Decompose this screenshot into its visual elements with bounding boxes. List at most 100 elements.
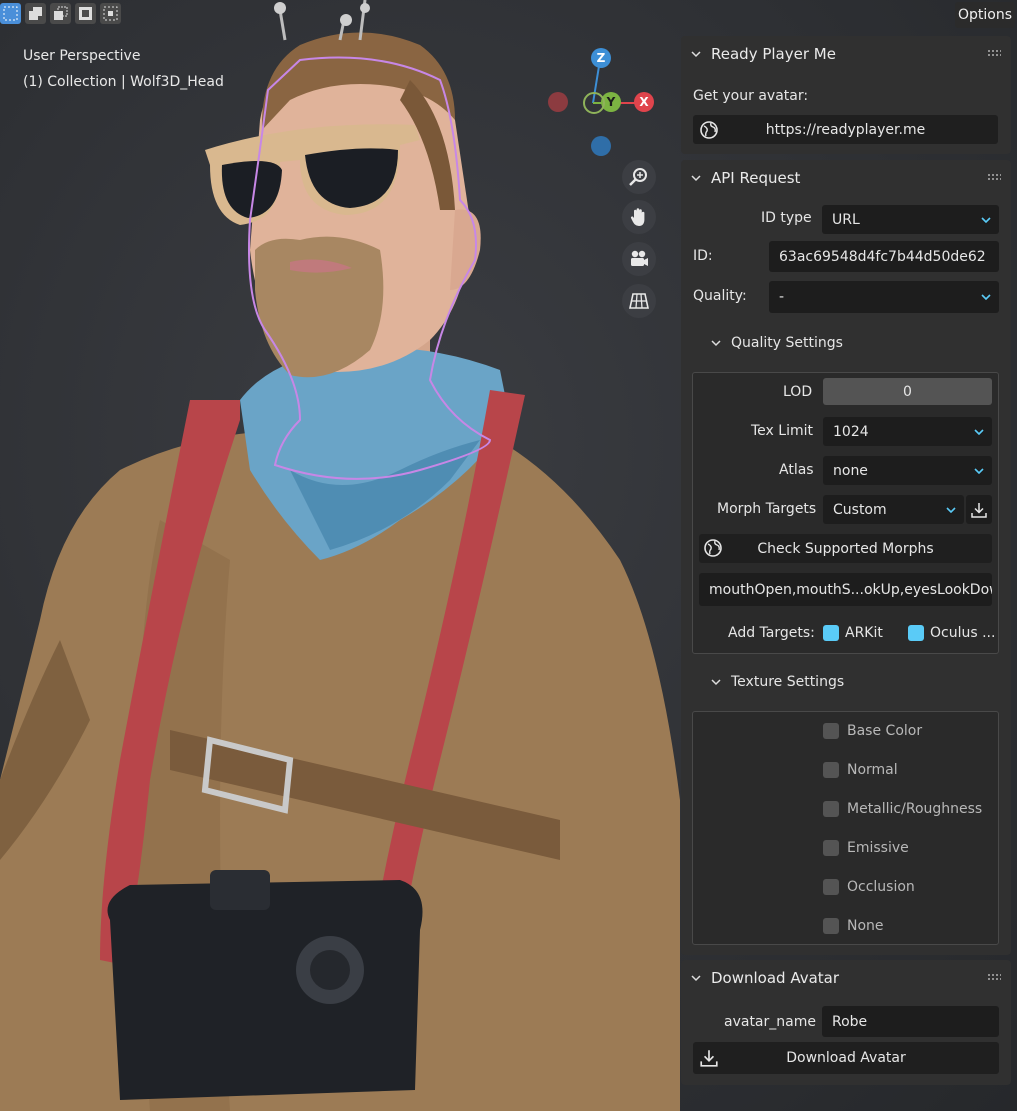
morph-targets-dropdown[interactable]: Custom bbox=[823, 495, 964, 524]
morph-targets-label: Morph Targets bbox=[717, 501, 817, 517]
select-intersect-icon[interactable] bbox=[100, 3, 121, 24]
base-color-label: Base Color bbox=[847, 723, 923, 739]
chevron-down-icon bbox=[711, 679, 721, 686]
morph-targets-value: Custom bbox=[833, 501, 887, 518]
normal-checkbox-box[interactable] bbox=[823, 762, 839, 778]
camera-icon[interactable] bbox=[622, 242, 656, 276]
get-avatar-label: Get your avatar: bbox=[693, 88, 809, 104]
gizmo-z-axis[interactable]: Z bbox=[591, 48, 611, 68]
options-button[interactable]: Options bbox=[955, 2, 1015, 28]
id-type-label: ID type bbox=[761, 210, 812, 226]
normal-checkbox[interactable]: Normal bbox=[823, 762, 898, 778]
lod-slider[interactable]: 0 bbox=[823, 378, 992, 405]
download-avatar-label: Download Avatar bbox=[786, 1050, 906, 1066]
oculus-checkbox-box[interactable] bbox=[908, 625, 924, 641]
occlusion-checkbox-box[interactable] bbox=[823, 879, 839, 895]
id-input[interactable]: 63ac69548d4fc7b44d50de62 bbox=[769, 241, 999, 272]
readyplayer-link-button[interactable]: https://readyplayer.me bbox=[693, 115, 998, 144]
download-avatar-button[interactable]: Download Avatar bbox=[693, 1042, 999, 1074]
check-supported-morphs-button[interactable]: Check Supported Morphs bbox=[699, 534, 992, 563]
download-avatar-panel: Download Avatar avatar_name Robe Downloa… bbox=[681, 960, 1011, 1085]
download-icon bbox=[700, 1050, 718, 1067]
tex-limit-dropdown[interactable]: 1024 bbox=[823, 417, 992, 446]
drag-handle-icon[interactable] bbox=[987, 49, 1001, 57]
occlusion-label: Occlusion bbox=[847, 879, 915, 895]
emissive-checkbox[interactable]: Emissive bbox=[823, 840, 909, 856]
atlas-dropdown[interactable]: none bbox=[823, 456, 992, 485]
globe-icon bbox=[700, 121, 718, 139]
quality-value: - bbox=[779, 289, 785, 305]
api-panel-title: API Request bbox=[711, 169, 801, 187]
chevron-down-icon bbox=[691, 975, 701, 982]
hand-icon[interactable] bbox=[622, 200, 656, 234]
metallic-roughness-label: Metallic/Roughness bbox=[847, 801, 983, 817]
quality-dropdown[interactable]: - bbox=[769, 281, 999, 313]
chevron-down-icon bbox=[974, 428, 984, 435]
gizmo-x-axis[interactable]: X bbox=[634, 92, 654, 112]
oculus-checkbox[interactable]: Oculus ... bbox=[908, 625, 995, 641]
avatar-model[interactable] bbox=[0, 0, 680, 1111]
chevron-down-icon bbox=[691, 51, 701, 58]
arkit-label: ARKit bbox=[845, 625, 883, 641]
avatar-name-input[interactable]: Robe bbox=[822, 1006, 999, 1037]
base-color-checkbox[interactable]: Base Color bbox=[823, 723, 922, 739]
occlusion-checkbox[interactable]: Occlusion bbox=[823, 879, 915, 895]
chevron-down-icon bbox=[711, 340, 721, 347]
select-difference-icon[interactable] bbox=[75, 3, 96, 24]
api-panel-header[interactable]: API Request bbox=[681, 160, 1011, 196]
tex-limit-value: 1024 bbox=[833, 423, 869, 440]
quality-label: Quality: bbox=[693, 288, 747, 304]
quality-settings-header[interactable]: Quality Settings bbox=[711, 335, 843, 351]
api-request-panel: API Request ID type URL ID: 63ac69548d4f… bbox=[681, 160, 1011, 955]
tex-limit-label: Tex Limit bbox=[751, 423, 813, 439]
id-type-value: URL bbox=[832, 211, 860, 228]
rpm-panel-header[interactable]: Ready Player Me bbox=[681, 36, 1011, 72]
chevron-down-icon bbox=[981, 216, 991, 223]
oculus-label: Oculus ... bbox=[930, 625, 996, 641]
atlas-value: none bbox=[833, 462, 868, 479]
drag-handle-icon[interactable] bbox=[987, 973, 1001, 981]
zoom-icon[interactable] bbox=[622, 160, 656, 194]
chevron-down-icon bbox=[946, 506, 956, 513]
grid-icon[interactable] bbox=[622, 284, 656, 318]
selection-mode-toolbar bbox=[0, 3, 121, 24]
select-subtract-icon[interactable] bbox=[50, 3, 71, 24]
arkit-checkbox-box[interactable] bbox=[823, 625, 839, 641]
base-color-checkbox-box[interactable] bbox=[823, 723, 839, 739]
none-checkbox-box[interactable] bbox=[823, 918, 839, 934]
metallic-roughness-checkbox-box[interactable] bbox=[823, 801, 839, 817]
none-checkbox[interactable]: None bbox=[823, 918, 884, 934]
download-panel-header[interactable]: Download Avatar bbox=[681, 960, 1011, 996]
id-type-dropdown[interactable]: URL bbox=[822, 205, 999, 234]
id-label: ID: bbox=[693, 248, 713, 264]
gizmo-neg-x-axis[interactable] bbox=[548, 92, 568, 112]
collection-info: (1) Collection | Wolf3D_Head bbox=[23, 74, 224, 90]
drag-handle-icon[interactable] bbox=[987, 173, 1001, 181]
download-icon bbox=[971, 502, 987, 518]
none-label: None bbox=[847, 918, 884, 934]
texture-settings-box: Base Color Normal Metallic/Roughness Emi… bbox=[692, 711, 999, 945]
rpm-panel-title: Ready Player Me bbox=[711, 45, 836, 63]
check-supported-morphs-label: Check Supported Morphs bbox=[757, 540, 934, 557]
globe-icon bbox=[704, 539, 722, 557]
emissive-label: Emissive bbox=[847, 840, 909, 856]
quality-settings-title: Quality Settings bbox=[731, 335, 843, 351]
metallic-roughness-checkbox[interactable]: Metallic/Roughness bbox=[823, 801, 982, 817]
texture-settings-header[interactable]: Texture Settings bbox=[711, 674, 844, 690]
arkit-checkbox[interactable]: ARKit bbox=[823, 625, 883, 641]
download-morphs-button[interactable] bbox=[966, 495, 992, 524]
emissive-checkbox-box[interactable] bbox=[823, 840, 839, 856]
gizmo-neg-z-axis[interactable] bbox=[591, 136, 611, 156]
quality-settings-box: LOD 0 Tex Limit 1024 Atlas none Morph Ta… bbox=[692, 372, 999, 654]
gizmo-neg-y-axis[interactable] bbox=[583, 92, 605, 114]
chevron-down-icon bbox=[691, 175, 701, 182]
lod-label: LOD bbox=[783, 384, 813, 400]
add-targets-label: Add Targets: bbox=[728, 625, 815, 641]
morph-targets-input[interactable]: mouthOpen,mouthS...okUp,eyesLookDown bbox=[699, 573, 992, 606]
chevron-down-icon bbox=[974, 467, 984, 474]
select-new-icon[interactable] bbox=[0, 3, 21, 24]
normal-label: Normal bbox=[847, 762, 898, 778]
chevron-down-icon bbox=[981, 294, 991, 300]
ready-player-me-panel: Ready Player Me Get your avatar: https:/… bbox=[681, 36, 1011, 154]
select-extend-icon[interactable] bbox=[25, 3, 46, 24]
